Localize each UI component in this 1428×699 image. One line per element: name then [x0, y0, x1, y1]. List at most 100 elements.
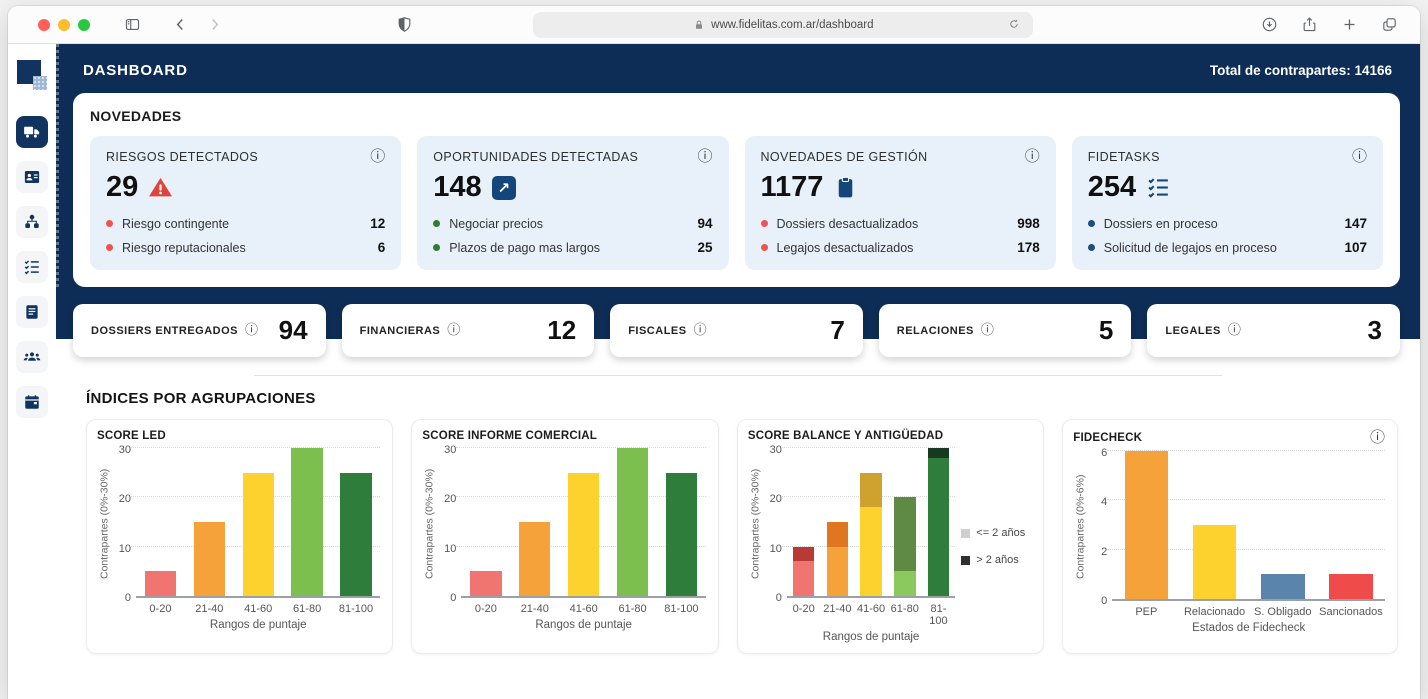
bar-slot[interactable] — [510, 450, 559, 596]
bar[interactable] — [1261, 574, 1305, 599]
info-icon[interactable]: ⓘ — [1370, 430, 1385, 445]
bar-slot[interactable] — [1317, 453, 1385, 599]
bar-segment — [519, 522, 550, 596]
bar[interactable] — [519, 522, 550, 596]
y-axis-label: Contrapartes (0%-30%) — [422, 450, 437, 598]
bar[interactable] — [340, 473, 371, 596]
info-icon[interactable]: ⓘ — [981, 324, 994, 337]
sidebar-item-hierarchy[interactable] — [16, 206, 48, 238]
y-tick-label: 20 — [119, 493, 131, 505]
bar[interactable] — [145, 571, 176, 596]
x-tick-label: PEP — [1112, 606, 1180, 618]
bar-slot[interactable] — [657, 450, 706, 596]
card-value-row: 1177 — [761, 171, 1040, 204]
bar[interactable] — [194, 522, 225, 596]
bar[interactable] — [1329, 574, 1373, 599]
bar[interactable] — [666, 473, 697, 596]
item-label: Dossiers desactualizados — [777, 217, 1009, 231]
sidebar-item-tasks[interactable] — [16, 251, 48, 283]
bar[interactable] — [827, 522, 849, 596]
zoom-window-button[interactable] — [78, 19, 90, 31]
info-icon[interactable]: ⓘ — [370, 149, 385, 164]
x-tick-label: 21-40 — [185, 603, 234, 615]
sidebar-item-contacts[interactable] — [16, 161, 48, 193]
stat-label: RELACIONES — [897, 325, 974, 337]
back-icon[interactable] — [168, 13, 192, 37]
x-tick-labels: 0-2021-4041-6061-8081-100 — [136, 603, 380, 615]
sidebar-item-groups[interactable] — [16, 341, 48, 373]
bar[interactable] — [243, 473, 274, 596]
bar-slot[interactable] — [136, 450, 185, 596]
bar[interactable] — [568, 473, 599, 596]
sidebar-item-dashboard[interactable] — [16, 116, 48, 148]
bar-slot[interactable] — [787, 450, 821, 596]
info-icon[interactable]: ⓘ — [1228, 324, 1241, 337]
x-tick-label: 0-20 — [136, 603, 185, 615]
page-title: DASHBOARD — [83, 62, 188, 79]
bullet-icon — [106, 220, 113, 227]
bar[interactable] — [470, 571, 501, 596]
stat-card: LEGALESⓘ3 — [1147, 304, 1400, 357]
chart-title: SCORE LED — [97, 430, 166, 442]
info-icon[interactable]: ⓘ — [245, 324, 258, 337]
bar-slot[interactable] — [922, 450, 956, 596]
url-field[interactable]: www.fidelitas.com.ar/dashboard — [533, 12, 1033, 38]
plot-column: 01020300-2021-4041-6061-8081-100Rangos d… — [437, 450, 705, 631]
bar[interactable] — [1125, 451, 1169, 599]
bar-segment — [340, 473, 371, 596]
y-axis-label: Contrapartes (0%-6%) — [1073, 453, 1088, 601]
bar-slot[interactable] — [1249, 453, 1317, 599]
info-icon[interactable]: ⓘ — [1025, 149, 1040, 164]
bar-slot[interactable] — [854, 450, 888, 596]
bar[interactable] — [894, 497, 916, 596]
bar[interactable] — [291, 448, 322, 596]
bar-slot[interactable] — [608, 450, 657, 596]
bar-slot[interactable] — [461, 450, 510, 596]
y-tick-label: 4 — [1101, 496, 1107, 508]
tab-overview-icon[interactable] — [1378, 13, 1402, 37]
downloads-icon[interactable] — [1258, 13, 1282, 37]
browser-toolbar: www.fidelitas.com.ar/dashboard — [8, 6, 1420, 44]
bar-slot[interactable] — [559, 450, 608, 596]
users-icon — [23, 348, 41, 366]
bar-slot[interactable] — [185, 450, 234, 596]
gridline — [131, 447, 380, 448]
new-tab-icon[interactable] — [1338, 13, 1362, 37]
bar[interactable] — [1193, 525, 1237, 599]
bar[interactable] — [617, 448, 648, 596]
bar-segment — [894, 497, 916, 571]
sidebar-toggle-icon[interactable] — [120, 13, 144, 37]
x-tick-label: 0-20 — [461, 603, 510, 615]
info-icon[interactable]: ⓘ — [697, 149, 712, 164]
card-list-item: Legajos desactualizados178 — [761, 240, 1040, 255]
minimize-window-button[interactable] — [58, 19, 70, 31]
bar-slot[interactable] — [1180, 453, 1248, 599]
info-icon[interactable]: ⓘ — [694, 324, 707, 337]
info-icon[interactable]: ⓘ — [447, 324, 460, 337]
checklist-icon — [23, 258, 41, 276]
bar-slot[interactable] — [234, 450, 283, 596]
bar-slot[interactable] — [1112, 453, 1180, 599]
bar-slot[interactable] — [821, 450, 855, 596]
info-icon[interactable]: ⓘ — [1352, 149, 1367, 164]
x-tick-labels: 0-2021-4041-6061-8081-100 — [461, 603, 705, 615]
bar[interactable] — [860, 473, 882, 596]
bar-slot[interactable] — [283, 450, 332, 596]
bar-segment — [793, 561, 815, 596]
bar-slot[interactable] — [888, 450, 922, 596]
y-ticks: 0102030 — [112, 450, 136, 598]
bar[interactable] — [928, 448, 950, 596]
bar-slot[interactable] — [332, 450, 381, 596]
legend-label: > 2 años — [976, 554, 1019, 566]
reload-icon[interactable] — [1008, 17, 1024, 33]
card-head: NOVEDADES DE GESTIÓNⓘ — [761, 149, 1040, 164]
bar[interactable] — [793, 547, 815, 596]
forward-icon[interactable] — [202, 13, 226, 37]
privacy-shield-icon[interactable] — [392, 13, 416, 37]
chart-card: FIDECHECKⓘContrapartes (0%-6%)0246PEPRel… — [1062, 419, 1398, 654]
close-window-button[interactable] — [38, 19, 50, 31]
y-axis-label: Contrapartes (0%-30%) — [97, 450, 112, 598]
sidebar-item-calendar[interactable] — [16, 386, 48, 418]
share-icon[interactable] — [1298, 13, 1322, 37]
sidebar-item-documents[interactable] — [16, 296, 48, 328]
